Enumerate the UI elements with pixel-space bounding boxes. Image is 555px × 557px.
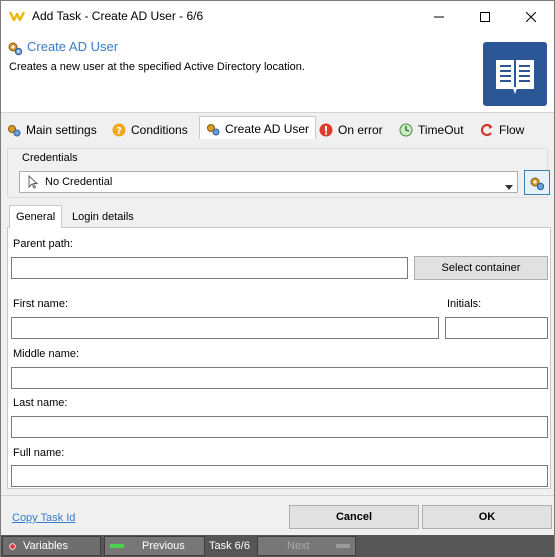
book-icon — [483, 42, 547, 106]
initials-label: Initials: — [447, 298, 482, 310]
next-label: Next — [287, 540, 310, 552]
copy-task-id-link[interactable]: Copy Task Id — [12, 512, 75, 524]
maximize-button[interactable] — [462, 1, 508, 32]
title-bar: Add Task - Create AD User - 6/6 — [1, 1, 554, 32]
add-task-window: Add Task - Create AD User - 6/6 Create A… — [0, 0, 555, 557]
tab-label: On error — [338, 122, 383, 137]
close-icon — [526, 11, 536, 22]
tab-label: Login details — [72, 210, 134, 223]
next-icon — [335, 544, 350, 548]
task-counter: Task 6/6 — [209, 540, 250, 552]
gears-icon — [206, 122, 220, 136]
full-name-label: Full name: — [13, 447, 65, 459]
variables-label: Variables — [23, 540, 69, 552]
general-page: Parent path: Select container First name… — [7, 227, 551, 489]
tab-label: Conditions — [131, 122, 188, 137]
first-name-input[interactable] — [11, 317, 439, 339]
flow-icon — [480, 123, 494, 137]
next-button[interactable]: Next — [257, 536, 356, 556]
credential-dropdown[interactable]: No Credential — [19, 171, 518, 193]
cursor-icon — [26, 174, 40, 189]
task-header: Create AD User Creates a new user at the… — [1, 32, 554, 112]
variables-button[interactable]: Variables — [2, 536, 101, 556]
maximize-icon — [480, 11, 490, 22]
button-label: Select container — [441, 262, 521, 274]
svg-text:?: ? — [116, 126, 122, 137]
select-container-button[interactable]: Select container — [414, 256, 548, 280]
gears-icon — [530, 177, 545, 190]
previous-button[interactable]: Previous — [104, 536, 205, 556]
header-description: Creates a new user at the specified Acti… — [9, 61, 305, 73]
credential-selected-value: No Credential — [45, 176, 113, 188]
chevron-down-icon — [505, 179, 513, 193]
initials-input[interactable] — [445, 317, 548, 339]
previous-label: Previous — [142, 540, 185, 552]
close-button[interactable] — [508, 1, 554, 32]
inner-tabs: General Login details Parent path: Selec… — [7, 205, 551, 489]
tab-main-settings[interactable]: Main settings — [7, 119, 97, 140]
window-title: Add Task - Create AD User - 6/6 — [32, 9, 204, 23]
tab-create-ad-user[interactable]: Create AD User — [199, 116, 317, 141]
tab-label: General — [16, 211, 56, 223]
last-name-label: Last name: — [13, 397, 68, 409]
tab-on-error[interactable]: On error — [319, 119, 383, 140]
minimize-icon — [434, 16, 444, 17]
ok-button[interactable]: OK — [422, 505, 552, 529]
dialog-footer: Copy Task Id Cancel OK — [1, 495, 554, 535]
tab-label: Flow — [499, 122, 525, 137]
full-name-input[interactable] — [11, 465, 548, 487]
button-label: OK — [478, 511, 496, 523]
tab-label: Main settings — [26, 122, 97, 137]
app-logo-icon — [8, 10, 26, 22]
tab-content-create-ad-user: Credentials No Credential General Login … — [1, 139, 554, 495]
task-tabs: Main settings ? Conditions Create AD Use… — [1, 112, 554, 141]
tab-login-details[interactable]: Login details — [69, 206, 137, 227]
tab-conditions[interactable]: ? Conditions — [112, 119, 188, 140]
credentials-group-label: Credentials — [20, 152, 80, 164]
button-label: Cancel — [335, 511, 373, 523]
header-title: Create AD User — [27, 39, 119, 54]
gears-icon — [7, 40, 23, 56]
tab-flow[interactable]: Flow — [480, 119, 524, 140]
parent-path-label: Parent path: — [13, 238, 73, 250]
tab-label: Create AD User — [225, 122, 310, 136]
credentials-group: Credentials No Credential — [7, 148, 550, 198]
minimize-button[interactable] — [416, 1, 462, 32]
parent-path-input[interactable] — [11, 257, 408, 279]
cancel-button[interactable]: Cancel — [289, 505, 419, 529]
first-name-label: First name: — [13, 298, 69, 310]
middle-name-label: Middle name: — [13, 348, 80, 360]
tab-timeout[interactable]: TimeOut — [399, 119, 464, 140]
manage-credentials-button[interactable] — [524, 170, 550, 195]
gears-icon — [7, 123, 21, 137]
error-icon — [319, 123, 333, 137]
question-icon: ? — [112, 123, 126, 137]
last-name-input[interactable] — [11, 416, 548, 438]
tab-label: TimeOut — [418, 122, 464, 137]
clock-icon — [399, 123, 413, 137]
tab-general[interactable]: General — [9, 205, 63, 228]
variables-icon — [9, 542, 16, 550]
previous-icon — [110, 544, 124, 548]
status-bar: Variables Previous Task 6/6 Next — [1, 535, 554, 557]
middle-name-input[interactable] — [11, 367, 548, 389]
